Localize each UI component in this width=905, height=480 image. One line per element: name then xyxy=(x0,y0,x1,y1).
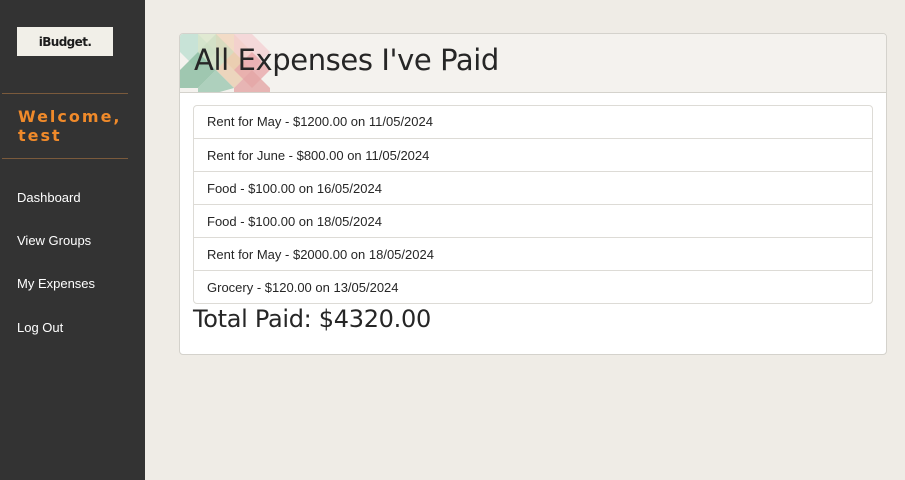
divider xyxy=(2,93,128,94)
expenses-card: All Expenses I've Paid Rent for May - $1… xyxy=(179,33,887,355)
app-logo[interactable]: iBudget. xyxy=(17,27,113,56)
list-item: Rent for May - $1200.00 on 11/05/2024 xyxy=(207,114,433,129)
welcome-text: Welcome, test xyxy=(18,107,122,145)
list-item: Food - $100.00 on 16/05/2024 xyxy=(194,171,872,204)
expense-list: Rent for May - $1200.00 on 11/05/2024 Re… xyxy=(193,105,873,304)
list-item: Food - $100.00 on 18/05/2024 xyxy=(194,204,872,237)
nav-my-expenses[interactable]: My Expenses xyxy=(17,276,95,291)
list-item: Grocery - $120.00 on 13/05/2024 xyxy=(194,270,872,303)
total-paid: Total Paid: $4320.00 xyxy=(193,305,431,333)
divider xyxy=(2,158,128,159)
list-item: Rent for June - $800.00 on 11/05/2024 xyxy=(194,138,872,171)
nav-log-out[interactable]: Log Out xyxy=(17,320,63,335)
page-title: All Expenses I've Paid xyxy=(194,43,499,77)
sidebar: iBudget. Welcome, test Dashboard View Gr… xyxy=(0,0,145,480)
nav-dashboard[interactable]: Dashboard xyxy=(17,190,81,205)
list-item: Rent for May - $2000.00 on 18/05/2024 xyxy=(194,237,872,270)
card-header: All Expenses I've Paid xyxy=(180,34,886,93)
nav-view-groups[interactable]: View Groups xyxy=(17,233,91,248)
